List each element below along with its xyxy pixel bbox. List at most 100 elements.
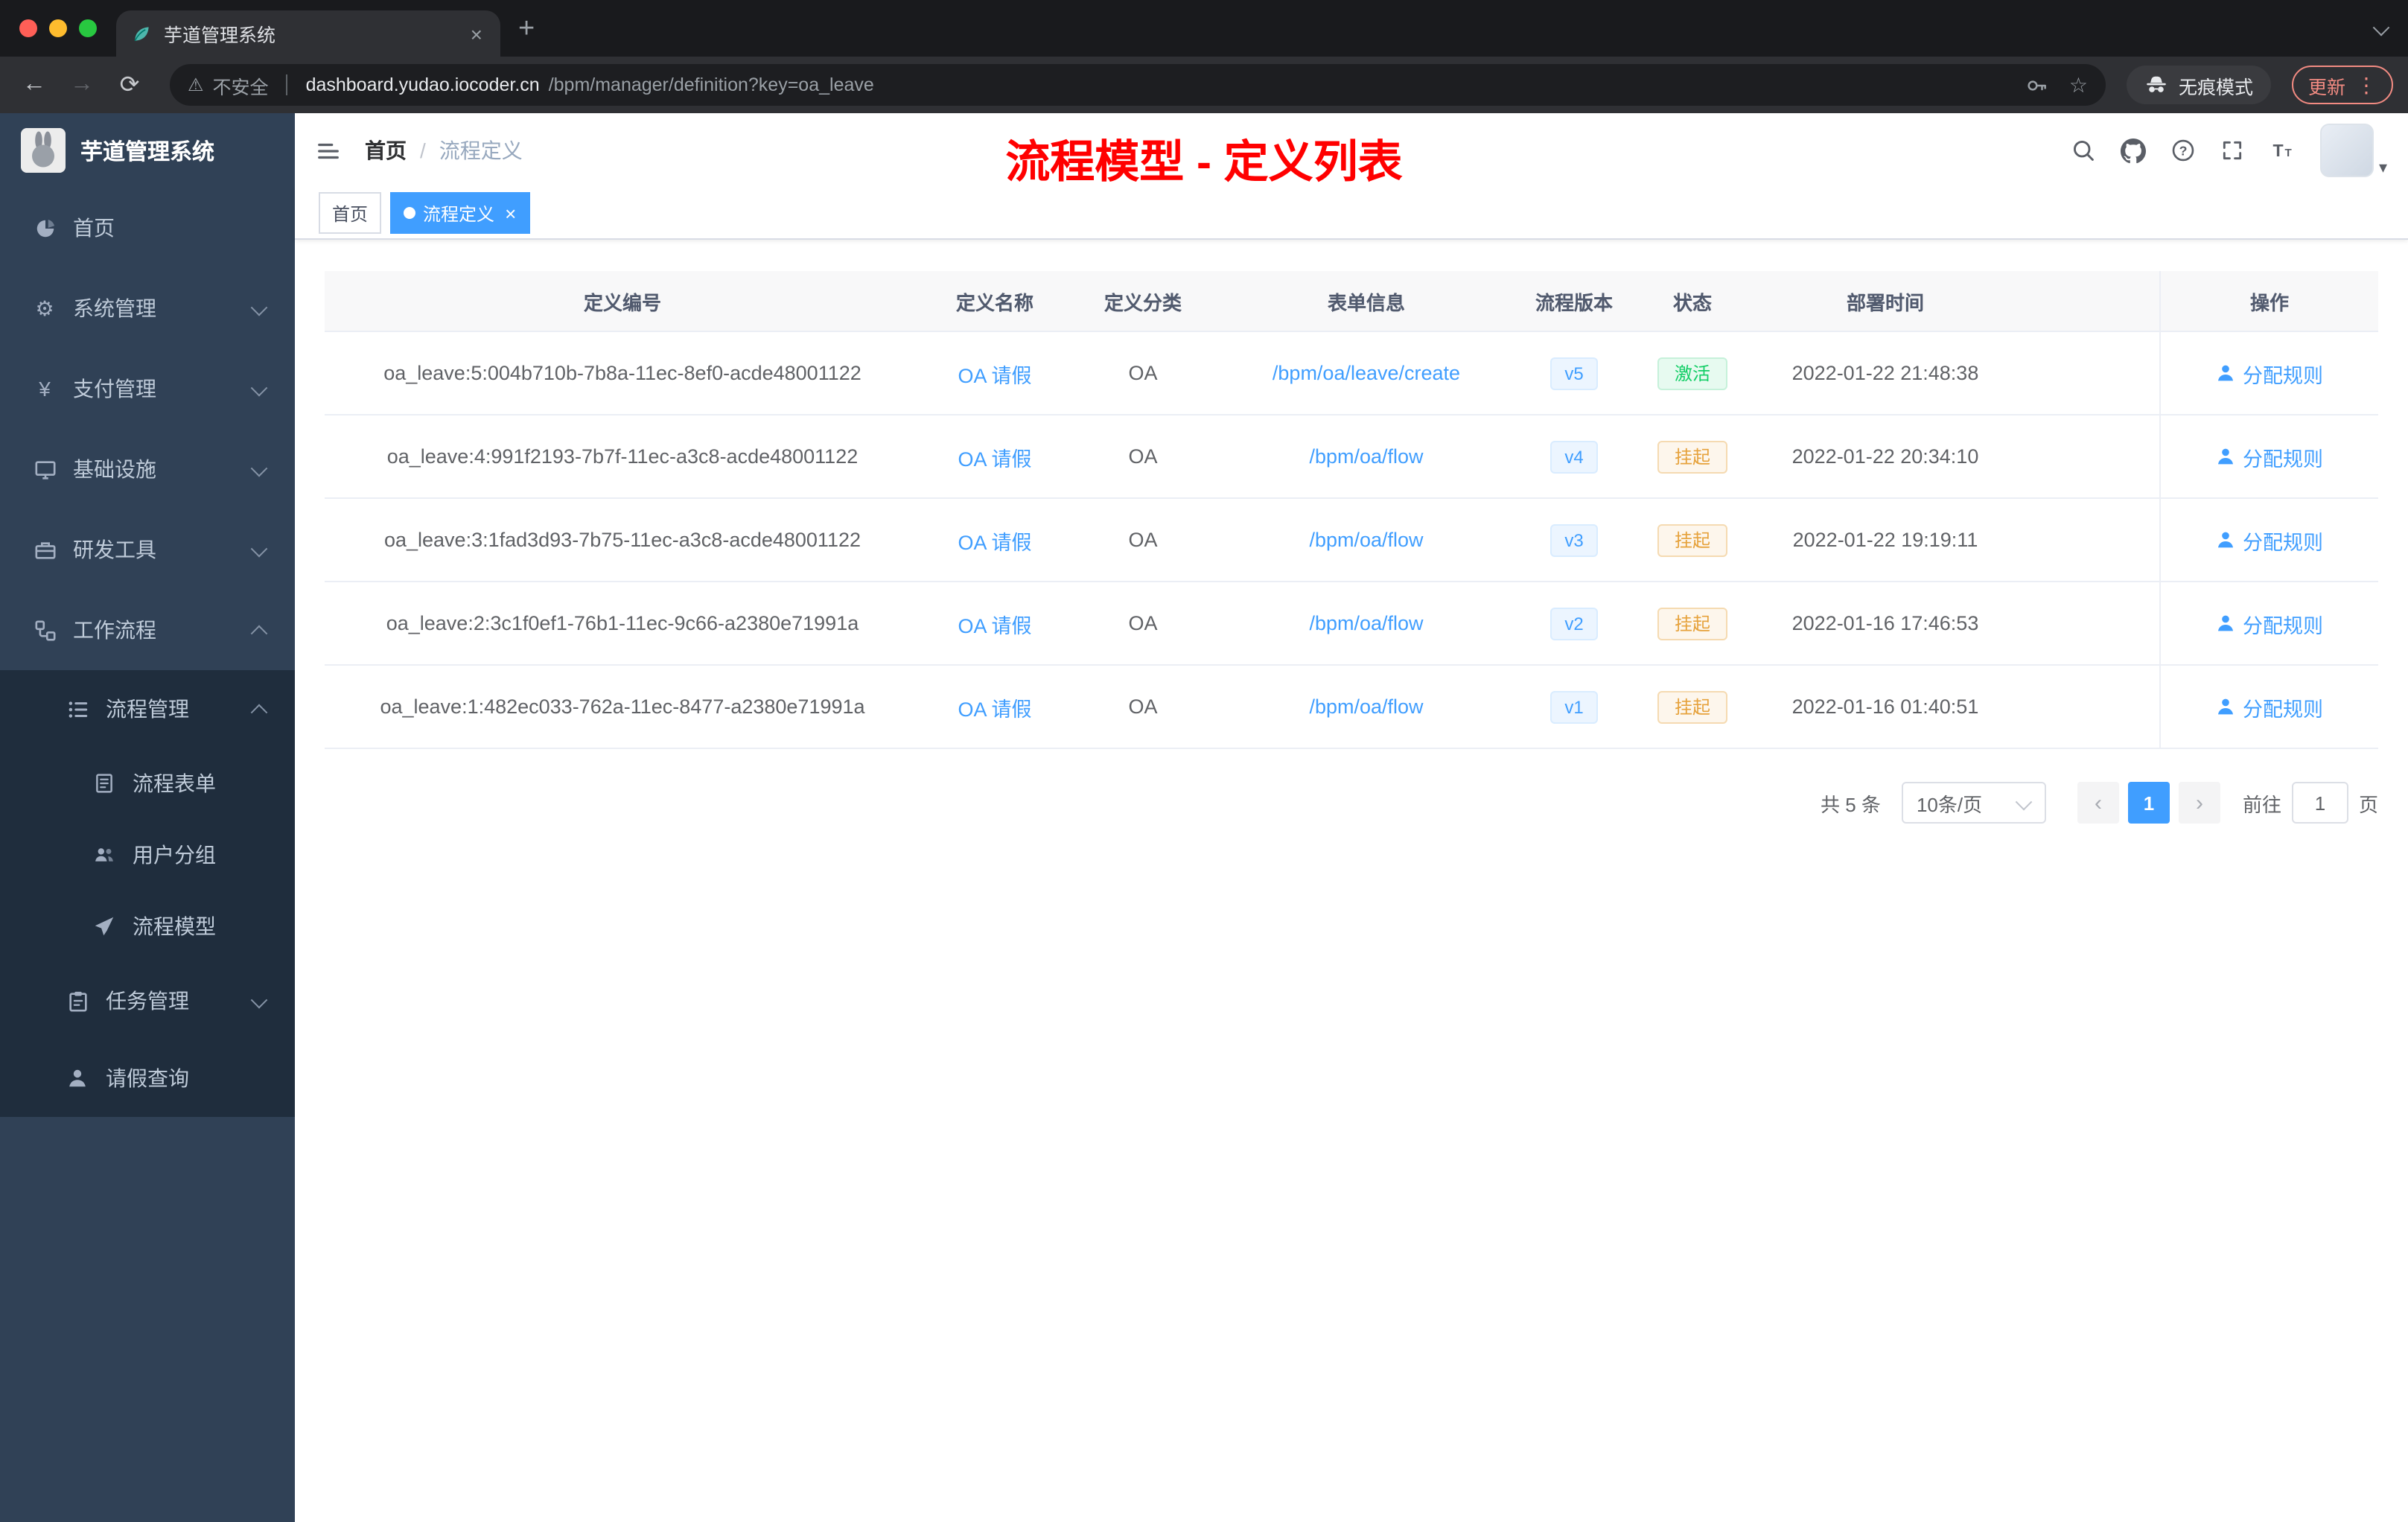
page-size-select[interactable]: 10条/页: [1901, 782, 2046, 824]
current-page-button[interactable]: 1: [2127, 782, 2170, 824]
sidebar-item-infrastructure[interactable]: 基础设施: [0, 429, 295, 509]
browser-update-button[interactable]: 更新 ⋮: [2291, 66, 2393, 104]
assign-rule-label: 分配规则: [2243, 698, 2323, 720]
definition-name-link[interactable]: OA 请假: [958, 692, 1031, 722]
browser-menu-kebab-icon[interactable]: ⋮: [2356, 72, 2377, 98]
new-tab-button[interactable]: +: [518, 14, 535, 42]
chevron-down-icon: [250, 538, 268, 561]
tab-search-chevron-icon[interactable]: [2372, 17, 2408, 39]
tag-close-icon[interactable]: ×: [505, 202, 516, 224]
breadcrumb-home[interactable]: 首页: [365, 136, 407, 165]
table-row: oa_leave:5:004b710b-7b8a-11ec-8ef0-acde4…: [325, 332, 2378, 415]
browser-tab[interactable]: 芋道管理系统 ×: [116, 10, 500, 57]
active-dot: [404, 207, 416, 219]
app-navbar: 首页 / 流程定义 流程模型 - 定义列表 ? T T ▾: [295, 113, 2408, 188]
assign-rule-label: 分配规则: [2243, 364, 2323, 386]
person-icon: [2216, 530, 2235, 550]
breadcrumb-separator: /: [420, 138, 426, 162]
table-row: oa_leave:3:1fad3d93-7b75-11ec-a3c8-acde4…: [325, 499, 2378, 582]
window-minimize-button[interactable]: [49, 19, 67, 37]
definition-category: OA: [1128, 695, 1158, 718]
definition-category: OA: [1128, 445, 1158, 468]
table-row: oa_leave:1:482ec033-762a-11ec-8477-a2380…: [325, 666, 2378, 749]
address-bar[interactable]: ⚠ 不安全 dashboard.yudao.iocoder.cn /bpm/ma…: [170, 64, 2106, 106]
sidebar-item-process-model[interactable]: 流程模型: [0, 891, 295, 962]
chevron-up-icon: [250, 618, 268, 643]
chevron-down-icon: [250, 296, 268, 320]
reload-button[interactable]: ⟳: [110, 70, 149, 100]
assign-rule-link[interactable]: 分配规则: [2216, 608, 2323, 638]
deploy-time: 2022-01-22 21:48:38: [1791, 362, 1979, 384]
assign-rule-link[interactable]: 分配规则: [2216, 442, 2323, 471]
sidebar-item-system[interactable]: ⚙ 系统管理: [0, 268, 295, 348]
tab-title: 芋道管理系统: [164, 25, 276, 46]
list-icon: [66, 698, 89, 720]
form-info-link[interactable]: /bpm/oa/flow: [1309, 445, 1423, 468]
main-panel: 首页 / 流程定义 流程模型 - 定义列表 ? T T ▾ 首页 流程定义 × …: [295, 113, 2408, 1522]
definition-name-link[interactable]: OA 请假: [958, 525, 1031, 555]
assign-rule-link[interactable]: 分配规则: [2216, 358, 2323, 388]
form-info-link[interactable]: /bpm/oa/leave/create: [1273, 362, 1460, 384]
sidebar-logo[interactable]: 芋道管理系统: [0, 113, 295, 188]
font-size-icon[interactable]: TT: [2270, 138, 2296, 162]
definition-name-link[interactable]: OA 请假: [958, 442, 1031, 471]
user-avatar[interactable]: ▾: [2320, 124, 2387, 177]
prev-page-button[interactable]: ‹: [2077, 782, 2119, 824]
favicon-leaf-icon: [131, 23, 152, 44]
svg-text:T: T: [2273, 141, 2284, 160]
users-icon: [92, 844, 116, 865]
status-badge: 激活: [1657, 357, 1727, 389]
fullscreen-icon[interactable]: [2221, 138, 2245, 162]
help-icon[interactable]: ?: [2172, 138, 2196, 162]
deploy-time: 2022-01-22 19:19:11: [1792, 529, 1978, 551]
github-icon[interactable]: [2121, 138, 2147, 163]
person-icon: [66, 1068, 89, 1089]
form-info-link[interactable]: /bpm/oa/flow: [1309, 612, 1423, 634]
col-header-name: 定义名称: [955, 291, 1033, 313]
screenshot-root: 芋道管理系统 × + ← → ⟳ ⚠ 不安全 dashboard.yudao.i…: [0, 0, 2408, 1522]
hamburger-icon[interactable]: [316, 138, 341, 163]
version-tag: v5: [1549, 357, 1599, 389]
goto-label: 前往: [2242, 793, 2281, 815]
sidebar-item-process-management[interactable]: 流程管理: [0, 670, 295, 748]
next-page-button[interactable]: ›: [2178, 782, 2220, 824]
forward-button[interactable]: →: [63, 71, 101, 98]
search-icon[interactable]: [2072, 138, 2096, 162]
tag-process-definition[interactable]: 流程定义 ×: [390, 192, 530, 234]
window-controls: [0, 19, 116, 37]
goto-page-input[interactable]: [2291, 782, 2348, 824]
definition-table: 定义编号 定义名称 定义分类 表单信息 流程版本 状态 部署时间 操作 oa_l…: [325, 271, 2378, 749]
chevron-down-icon: [2015, 793, 2033, 811]
workflow-icon: [33, 619, 57, 641]
col-header-action: 操作: [2159, 271, 2378, 331]
definition-name-link[interactable]: OA 请假: [958, 608, 1031, 638]
assign-rule-link[interactable]: 分配规则: [2216, 692, 2323, 722]
sidebar-item-task-management[interactable]: 任务管理: [0, 962, 295, 1039]
window-zoom-button[interactable]: [79, 19, 97, 37]
tag-home[interactable]: 首页: [319, 192, 382, 234]
goto-page: 前往 页: [2243, 782, 2378, 824]
table-body: oa_leave:5:004b710b-7b8a-11ec-8ef0-acde4…: [325, 332, 2378, 749]
bookmark-star-icon[interactable]: ☆: [2069, 72, 2088, 98]
assign-rule-link[interactable]: 分配规则: [2216, 525, 2323, 555]
back-button[interactable]: ←: [15, 71, 54, 98]
definition-name-link[interactable]: OA 请假: [958, 358, 1031, 388]
sidebar-item-process-form[interactable]: 流程表单: [0, 748, 295, 819]
col-header-status: 状态: [1672, 291, 1712, 313]
tab-close-icon[interactable]: ×: [468, 22, 485, 45]
sidebar-item-home[interactable]: 首页: [0, 188, 295, 268]
password-key-icon[interactable]: [2026, 74, 2048, 96]
svg-text:?: ?: [2180, 143, 2188, 158]
deploy-time: 2022-01-22 20:34:10: [1791, 445, 1979, 468]
sidebar-item-dev-tools[interactable]: 研发工具: [0, 509, 295, 590]
window-close-button[interactable]: [19, 19, 37, 37]
sidebar-item-user-group[interactable]: 用户分组: [0, 819, 295, 891]
pagination-total: 共 5 条: [1821, 793, 1881, 815]
sidebar-item-leave-query[interactable]: 请假查询: [0, 1039, 295, 1117]
sidebar: 芋道管理系统 首页 ⚙ 系统管理 ¥ 支付管理 基础设施 研发工具 工作流程 流…: [0, 113, 295, 1522]
definition-category: OA: [1128, 362, 1158, 384]
sidebar-item-payment[interactable]: ¥ 支付管理: [0, 348, 295, 429]
form-info-link[interactable]: /bpm/oa/flow: [1309, 529, 1423, 551]
form-info-link[interactable]: /bpm/oa/flow: [1309, 695, 1423, 718]
sidebar-item-workflow[interactable]: 工作流程: [0, 590, 295, 670]
